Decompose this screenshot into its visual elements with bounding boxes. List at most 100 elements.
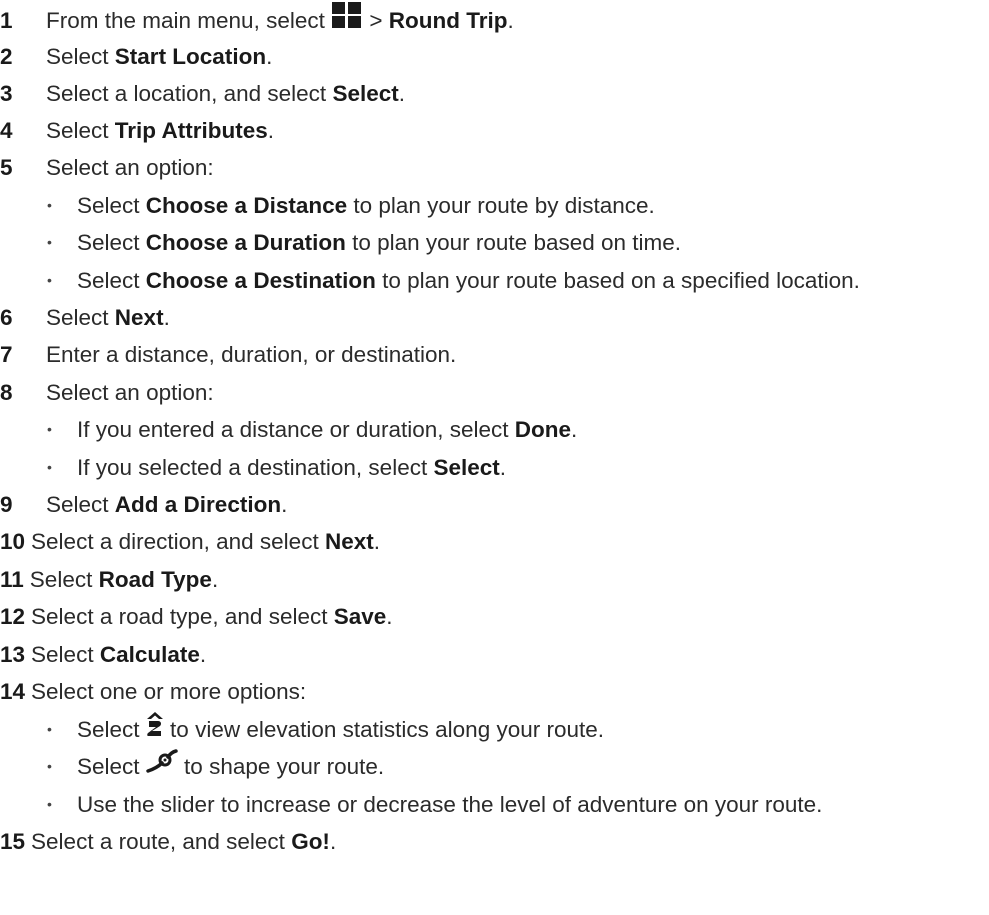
step-14-option-2: • Select to shape your route. [47,749,385,784]
step-number: 13 [0,642,26,667]
step-10: 10 Select a direction, and select Next. [0,525,380,559]
step-number: 11 [0,567,24,592]
bullet-mark: • [47,459,52,475]
option-end: . [571,417,578,442]
step-bold: Select [332,81,399,106]
step-end: . [386,604,393,629]
step-15: 15 Select a route, and select Go!. [0,825,336,859]
step-text: Select [46,118,115,143]
step-5-option-1: • Select Choose a Distance to plan your r… [47,189,655,223]
step-text: Enter a distance, duration, or destinati… [46,342,457,367]
step-2: 2 Select Start Location. [0,40,272,74]
step-number: 4 [0,118,13,143]
option-text: If you entered a distance or duration, s… [77,417,515,442]
step-text: Select [46,305,115,330]
option-bold: Select [433,455,500,480]
step-number: 10 [0,529,26,554]
step-bold: Go! [291,829,330,854]
option-text: Select [77,230,146,255]
step-6: 6 Select Next. [0,301,170,335]
step-bold: Start Location [114,44,267,69]
step-number: 3 [0,81,13,106]
option-text: Select [77,268,146,293]
instruction-list: 1 From the main menu, select > Round Trip… [0,0,989,915]
option-end: to shape your route. [177,754,385,779]
step-bold: Trip Attributes [114,118,268,143]
bullet-mark: • [47,234,52,250]
step-11: 11 Select Road Type. [0,563,218,597]
step-text: Select a route, and select [31,829,292,854]
step-7: 7 Enter a distance, duration, or destinat… [0,338,456,372]
option-bold: Done [514,417,572,442]
step-text: Select a direction, and select [31,529,325,554]
step-text: Select a road type, and select [31,604,334,629]
option-end: to plan your route by distance. [347,193,655,218]
step-bold: Road Type [98,567,212,592]
step-text: Select [46,44,115,69]
bullet-mark: • [47,421,52,437]
step-end: . [281,492,288,517]
elevation-icon [146,711,164,747]
step-number: 5 [0,155,13,180]
bullet-mark: • [47,758,52,774]
step-separator: > [363,7,389,33]
step-end: . [199,642,207,667]
step-1: 1 From the main menu, select > Round Trip… [0,1,514,39]
bullet-mark: • [47,796,52,812]
step-number: 2 [0,44,13,69]
step-12: 12 Select a road type, and select Save. [0,600,393,634]
option-bold: Choose a Duration [145,230,346,255]
step-text: Select an option: [46,380,214,405]
step-9: 9 Select Add a Direction. [0,488,287,522]
step-8-option-2: • If you selected a destination, select S… [47,451,506,485]
step-bold: Next [324,529,374,554]
option-text: Select [77,754,146,779]
step-5: 5 Select an option: [0,151,214,185]
step-text: Select [46,492,115,517]
step-bold: Next [114,305,164,330]
shape-route-icon [146,749,178,783]
step-text: From the main menu, select [46,7,325,33]
bullet-mark: • [47,721,52,737]
option-end: to plan your route based on a specified … [375,268,860,293]
step-text: Select a location, and select [46,81,333,106]
step-end: . [507,7,514,33]
step-end: . [267,118,274,143]
step-number: 14 [0,679,26,704]
step-text: Select an option: [46,155,214,180]
option-bold: Choose a Distance [145,193,348,218]
step-4: 4 Select Trip Attributes. [0,114,274,148]
step-text: Select one or more options: [31,679,307,704]
bullet-mark: • [47,272,52,288]
step-3: 3 Select a location, and select Select. [0,77,405,111]
apps-grid-icon [331,1,363,39]
step-end: . [163,305,170,330]
step-number: 15 [0,829,26,854]
step-bold: Calculate [99,642,200,667]
option-text: Select [77,193,146,218]
step-end: . [373,529,380,554]
step-5-option-2: • Select Choose a Duration to plan your r… [47,226,681,260]
step-end: . [266,44,273,69]
step-number: 12 [0,604,26,629]
step-text: Select [31,642,100,667]
step-number: 9 [0,492,13,517]
step-bold: Round Trip [388,7,508,33]
step-13: 13 Select Calculate. [0,638,206,672]
step-number: 8 [0,380,13,405]
step-bold: Add a Direction [114,492,282,517]
option-end: to plan your route based on time. [345,230,682,255]
step-number: 6 [0,305,13,330]
option-text: If you selected a destination, select [77,455,434,480]
step-text: Select [29,567,99,592]
step-end: . [398,81,405,106]
step-14: 14 Select one or more options: [0,675,306,709]
option-end: to view elevation statistics along your … [163,717,605,742]
step-8-option-1: • If you entered a distance or duration, … [47,413,577,447]
option-text: Use the slider to increase or decrease t… [77,792,823,817]
step-bold: Save [333,604,387,629]
step-8: 8 Select an option: [0,376,214,410]
step-end: . [211,567,219,592]
step-5-option-3: • Select Choose a Destination to plan you… [47,264,860,298]
bullet-mark: • [47,197,52,213]
